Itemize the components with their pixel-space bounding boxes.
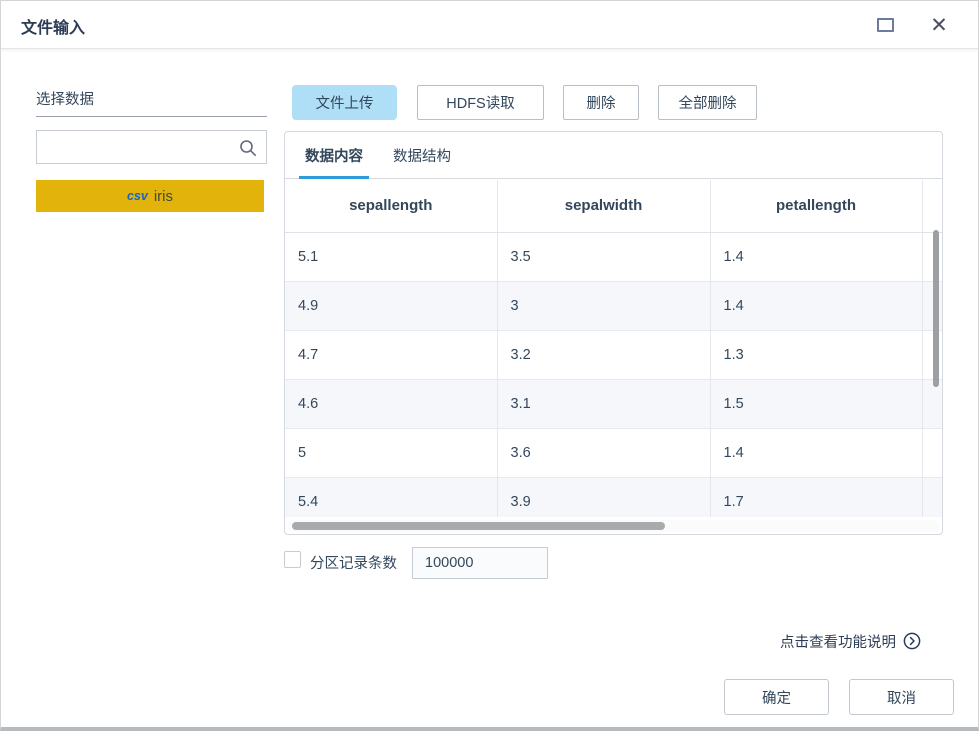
file-input-dialog: 文件输入 ✕ 选择数据 csv iris 文件上传 HDFS读取 删除 全部删除…	[0, 0, 979, 731]
table-cell-partial	[922, 477, 942, 517]
help-link[interactable]: 点击查看功能说明	[780, 631, 921, 651]
column-header: petallength	[710, 180, 922, 232]
horizontal-scrollbar-thumb[interactable]	[292, 522, 665, 530]
titlebar: 文件输入 ✕	[1, 1, 978, 49]
table-cell-partial	[922, 330, 942, 379]
table-header-row: sepallength sepalwidth petallength	[285, 180, 942, 232]
table-row: 53.61.4	[285, 428, 942, 477]
table-cell: 1.5	[710, 379, 922, 428]
table-cell: 5.4	[285, 477, 497, 517]
table-cell: 1.3	[710, 330, 922, 379]
column-header: sepallength	[285, 180, 497, 232]
cancel-button[interactable]: 取消	[849, 679, 954, 715]
table-row: 4.73.21.3	[285, 330, 942, 379]
table-cell: 4.9	[285, 281, 497, 330]
table-cell-partial	[922, 232, 942, 281]
select-data-label: 选择数据	[36, 88, 94, 109]
arrow-circle-icon	[903, 632, 921, 650]
dataset-item-iris[interactable]: csv iris	[36, 180, 264, 212]
data-table-viewport: sepallength sepalwidth petallength 5.13.…	[285, 180, 942, 517]
table-cell-partial	[922, 379, 942, 428]
table-cell: 1.4	[710, 232, 922, 281]
column-header: sepalwidth	[497, 180, 710, 232]
table-row: 5.13.51.4	[285, 232, 942, 281]
delete-button[interactable]: 删除	[563, 85, 639, 120]
table-cell: 3.5	[497, 232, 710, 281]
table-cell: 3.1	[497, 379, 710, 428]
table-cell: 5.1	[285, 232, 497, 281]
close-icon: ✕	[930, 15, 948, 36]
table-cell: 3.2	[497, 330, 710, 379]
table-cell: 1.4	[710, 428, 922, 477]
delete-all-button[interactable]: 全部删除	[658, 85, 757, 120]
maximize-icon	[877, 18, 894, 32]
partition-checkbox[interactable]	[284, 551, 301, 568]
table-cell: 1.4	[710, 281, 922, 330]
help-link-label: 点击查看功能说明	[780, 631, 896, 652]
vertical-scrollbar-thumb[interactable]	[933, 230, 939, 387]
table-row: 5.43.91.7	[285, 477, 942, 517]
table-row: 4.931.4	[285, 281, 942, 330]
data-preview-panel: 数据内容 数据结构 sepallength sepalwidth petalle…	[284, 131, 943, 535]
dialog-title: 文件输入	[21, 14, 85, 38]
partition-label[interactable]: 分区记录条数	[310, 552, 397, 573]
file-upload-button[interactable]: 文件上传	[292, 85, 397, 120]
select-data-divider	[36, 116, 267, 117]
table-cell: 3.9	[497, 477, 710, 517]
hdfs-read-button[interactable]: HDFS读取	[417, 85, 544, 120]
column-header-partial	[922, 180, 942, 232]
dataset-search-box	[36, 130, 267, 164]
dataset-name: iris	[154, 188, 173, 205]
table-cell: 3.6	[497, 428, 710, 477]
table-cell: 5	[285, 428, 497, 477]
close-button[interactable]: ✕	[923, 9, 955, 41]
search-input[interactable]	[37, 131, 237, 163]
partition-count-input[interactable]	[412, 547, 548, 579]
tab-data-content[interactable]: 数据内容	[305, 132, 363, 179]
table-cell: 3	[497, 281, 710, 330]
table-cell: 1.7	[710, 477, 922, 517]
table-cell-partial	[922, 281, 942, 330]
maximize-button[interactable]	[869, 9, 901, 41]
table-cell: 4.7	[285, 330, 497, 379]
tab-bar: 数据内容 数据结构	[285, 132, 942, 179]
table-cell-partial	[922, 428, 942, 477]
table-cell: 4.6	[285, 379, 497, 428]
horizontal-scrollbar-track[interactable]	[287, 520, 940, 532]
table-row: 4.63.11.5	[285, 379, 942, 428]
tab-data-structure[interactable]: 数据结构	[393, 132, 451, 179]
data-table: sepallength sepalwidth petallength 5.13.…	[285, 180, 942, 517]
table-body: 5.13.51.44.931.44.73.21.34.63.11.553.61.…	[285, 232, 942, 517]
ok-button[interactable]: 确定	[724, 679, 829, 715]
search-icon[interactable]	[239, 139, 257, 157]
csv-file-icon: csv	[127, 189, 148, 203]
